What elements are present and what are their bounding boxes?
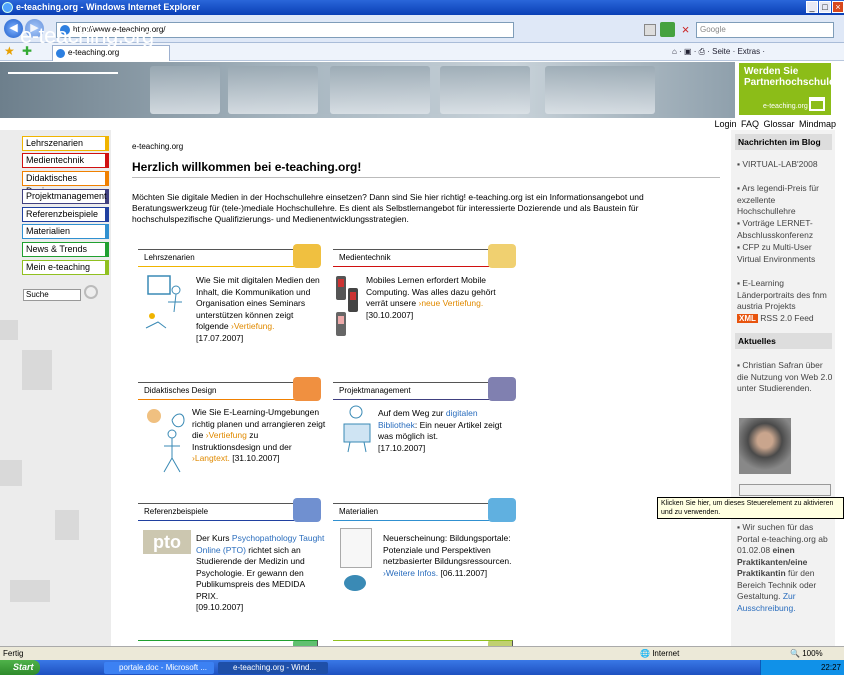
- teaser-link[interactable]: ›Vertiefung.: [231, 321, 274, 331]
- page-title: Herzlich willkommen bei e-teaching.org!: [132, 160, 362, 174]
- nav-projektmanagement[interactable]: Projektmanagement: [22, 189, 109, 204]
- design-illustration-icon: [147, 409, 185, 473]
- box-header-referenzbeispiele[interactable]: Referenzbeispiele: [138, 498, 321, 522]
- box-title: Didaktisches Design: [144, 386, 217, 395]
- banner-photo: [545, 66, 655, 114]
- partner-banner[interactable]: Werden Sie Partnerhochschule! e-teaching.…: [739, 63, 838, 115]
- library-illustration-icon: [343, 405, 371, 453]
- banner-photo: [440, 66, 530, 114]
- nav-mein-eteaching[interactable]: Mein e-teaching: [22, 260, 109, 275]
- xml-badge: XML: [737, 314, 758, 323]
- box-title: Medientechnik: [339, 253, 391, 262]
- teaser-link[interactable]: ›Weitere Infos.: [383, 568, 438, 578]
- network-icon: [344, 575, 366, 591]
- partner-logo-text: e-teaching.org: [763, 103, 808, 110]
- window-titlebar: e-teaching.org - Windows Internet Explor…: [0, 0, 844, 15]
- blog-item[interactable]: ▪ Ars legendi-Preis für exzellente Hochs…: [737, 183, 833, 218]
- minimize-button[interactable]: _: [806, 1, 818, 13]
- stop-icon[interactable]: ×: [678, 22, 693, 37]
- teaser-link[interactable]: ›neue Vertiefung.: [418, 298, 483, 308]
- search-icon[interactable]: [84, 285, 98, 299]
- command-bar[interactable]: ⌂ · ▣ · ⎙ · Seite · Extras ·: [672, 45, 842, 59]
- blog-item[interactable]: ▪ CFP zu Multi-User Virtual Environments: [737, 242, 833, 265]
- close-button[interactable]: ×: [832, 1, 844, 13]
- box-icon: [293, 498, 321, 522]
- banner-photo: [150, 66, 220, 114]
- box-title: Referenzbeispiele: [144, 507, 209, 516]
- teaser-link[interactable]: ›Langtext.: [192, 453, 230, 463]
- box-header-projektmanagement[interactable]: Projektmanagement: [333, 377, 516, 401]
- ie-logo-icon: [2, 2, 13, 13]
- tab-ie-icon: [56, 49, 65, 58]
- blog-item[interactable]: ▪ E-Learning Länderportraits des fnm aus…: [737, 278, 833, 313]
- nav-referenzbeispiele[interactable]: Referenzbeispiele: [22, 207, 109, 222]
- security-zone: 🌐 Internet: [640, 649, 680, 658]
- nav-medientechnik[interactable]: Medientechnik: [22, 153, 109, 168]
- intro-text: Möchten Sie digitale Medien in der Hochs…: [132, 192, 644, 224]
- start-button[interactable]: Start: [0, 660, 40, 675]
- box-icon: [293, 244, 321, 268]
- search-input[interactable]: Suche: [23, 289, 81, 301]
- box-icon: [488, 377, 516, 401]
- box-text-projektmanagement: Auf dem Weg zur digitalen Bibliothek: Ei…: [378, 408, 502, 453]
- tab-label: e-teaching.org: [68, 48, 120, 57]
- activex-tooltip: Klicken Sie hier, um dieses Steuerelemen…: [657, 497, 844, 519]
- box-title: Lehrszenarien: [144, 253, 195, 262]
- aktuelles-heading: Aktuelles: [735, 333, 832, 349]
- banner-photo: [228, 66, 318, 114]
- maximize-button[interactable]: □: [819, 1, 831, 13]
- taskbar-item-word[interactable]: portale.doc - Microsoft ...: [104, 662, 214, 674]
- pto-logo: pto: [143, 530, 191, 554]
- search-box[interactable]: Google: [696, 22, 834, 38]
- box-header-medientechnik[interactable]: Medientechnik: [333, 244, 516, 268]
- box-icon: [488, 244, 516, 268]
- system-tray-clock: 22:27: [760, 660, 844, 675]
- box-header-didaktisches-design[interactable]: Didaktisches Design: [138, 377, 321, 401]
- box-icon: [293, 377, 321, 401]
- box-title: Materialien: [339, 507, 379, 516]
- book-cover-image: [340, 528, 372, 568]
- box-header-lehrszenarien[interactable]: Lehrszenarien: [138, 244, 321, 268]
- box-header-materialien[interactable]: Materialien: [333, 498, 516, 522]
- partner-title: Werden Sie Partnerhochschule!: [744, 66, 838, 88]
- title-divider: [132, 177, 720, 178]
- box-text-lehrszenarien: Wie Sie mit digitalen Medien den Inhalt,…: [196, 275, 320, 343]
- nav-materialien[interactable]: Materialien: [22, 224, 109, 239]
- top-links[interactable]: Login FAQ Glossar Mindmap: [600, 119, 836, 129]
- status-text: Fertig: [3, 649, 24, 658]
- blog-heading: Nachrichten im Blog: [735, 134, 832, 150]
- site-banner: [0, 62, 735, 118]
- box-icon: [488, 498, 516, 522]
- teaser-link[interactable]: ›Vertiefung: [206, 430, 247, 440]
- blog-item[interactable]: ▪ Vorträge LERNET-Abschlusskonferenz: [737, 218, 833, 241]
- rss-feed-link[interactable]: XML RSS 2.0 Feed: [737, 313, 833, 325]
- box-title: Projektmanagement: [339, 386, 411, 395]
- aktuelles-item[interactable]: ▪ Christian Safran über die Nutzung von …: [737, 360, 833, 395]
- classroom-illustration-icon: [145, 275, 182, 329]
- refresh-icon[interactable]: [660, 22, 675, 37]
- banner-swoosh: [8, 72, 118, 74]
- box-text-materialien: Neuerscheinung: Bildungsportale: Potenzi…: [383, 533, 512, 578]
- box-text-medientechnik: Mobiles Lernen erfordert Mobile Computin…: [366, 275, 496, 320]
- box-text-didaktisches-design: Wie Sie E-Learning-Umgebungen richtig pl…: [192, 407, 326, 463]
- nav-didaktisches-design[interactable]: Didaktisches Design: [22, 171, 109, 196]
- nav-lehrszenarien[interactable]: Lehrszenarien: [22, 136, 109, 151]
- box-text-referenzbeispiele: Der Kurs Psychopathology Taught Online (…: [196, 533, 325, 612]
- mobile-devices-illustration-icon: [336, 276, 358, 336]
- blog-item[interactable]: ▪ VIRTUAL-LAB'2008: [737, 159, 833, 171]
- media-player-control[interactable]: [739, 484, 831, 496]
- building-icon: [809, 97, 825, 111]
- address-dropdown-button[interactable]: [644, 24, 656, 36]
- nav-news-trends[interactable]: News & Trends: [22, 242, 109, 257]
- window-title: e-teaching.org - Windows Internet Explor…: [16, 2, 200, 12]
- zoom-level[interactable]: 🔍 100%: [790, 648, 840, 660]
- breadcrumb[interactable]: e-teaching.org: [132, 142, 183, 151]
- banner-photo: [330, 66, 430, 114]
- job-offer[interactable]: ▪ Wir suchen für das Portal e-teaching.o…: [737, 522, 833, 614]
- favorites-star-icon[interactable]: ★: [4, 45, 16, 57]
- portrait-photo: [739, 418, 791, 474]
- site-logo[interactable]: e-teaching.org: [20, 23, 154, 49]
- taskbar-item-ie[interactable]: e-teaching.org - Wind...: [218, 662, 328, 674]
